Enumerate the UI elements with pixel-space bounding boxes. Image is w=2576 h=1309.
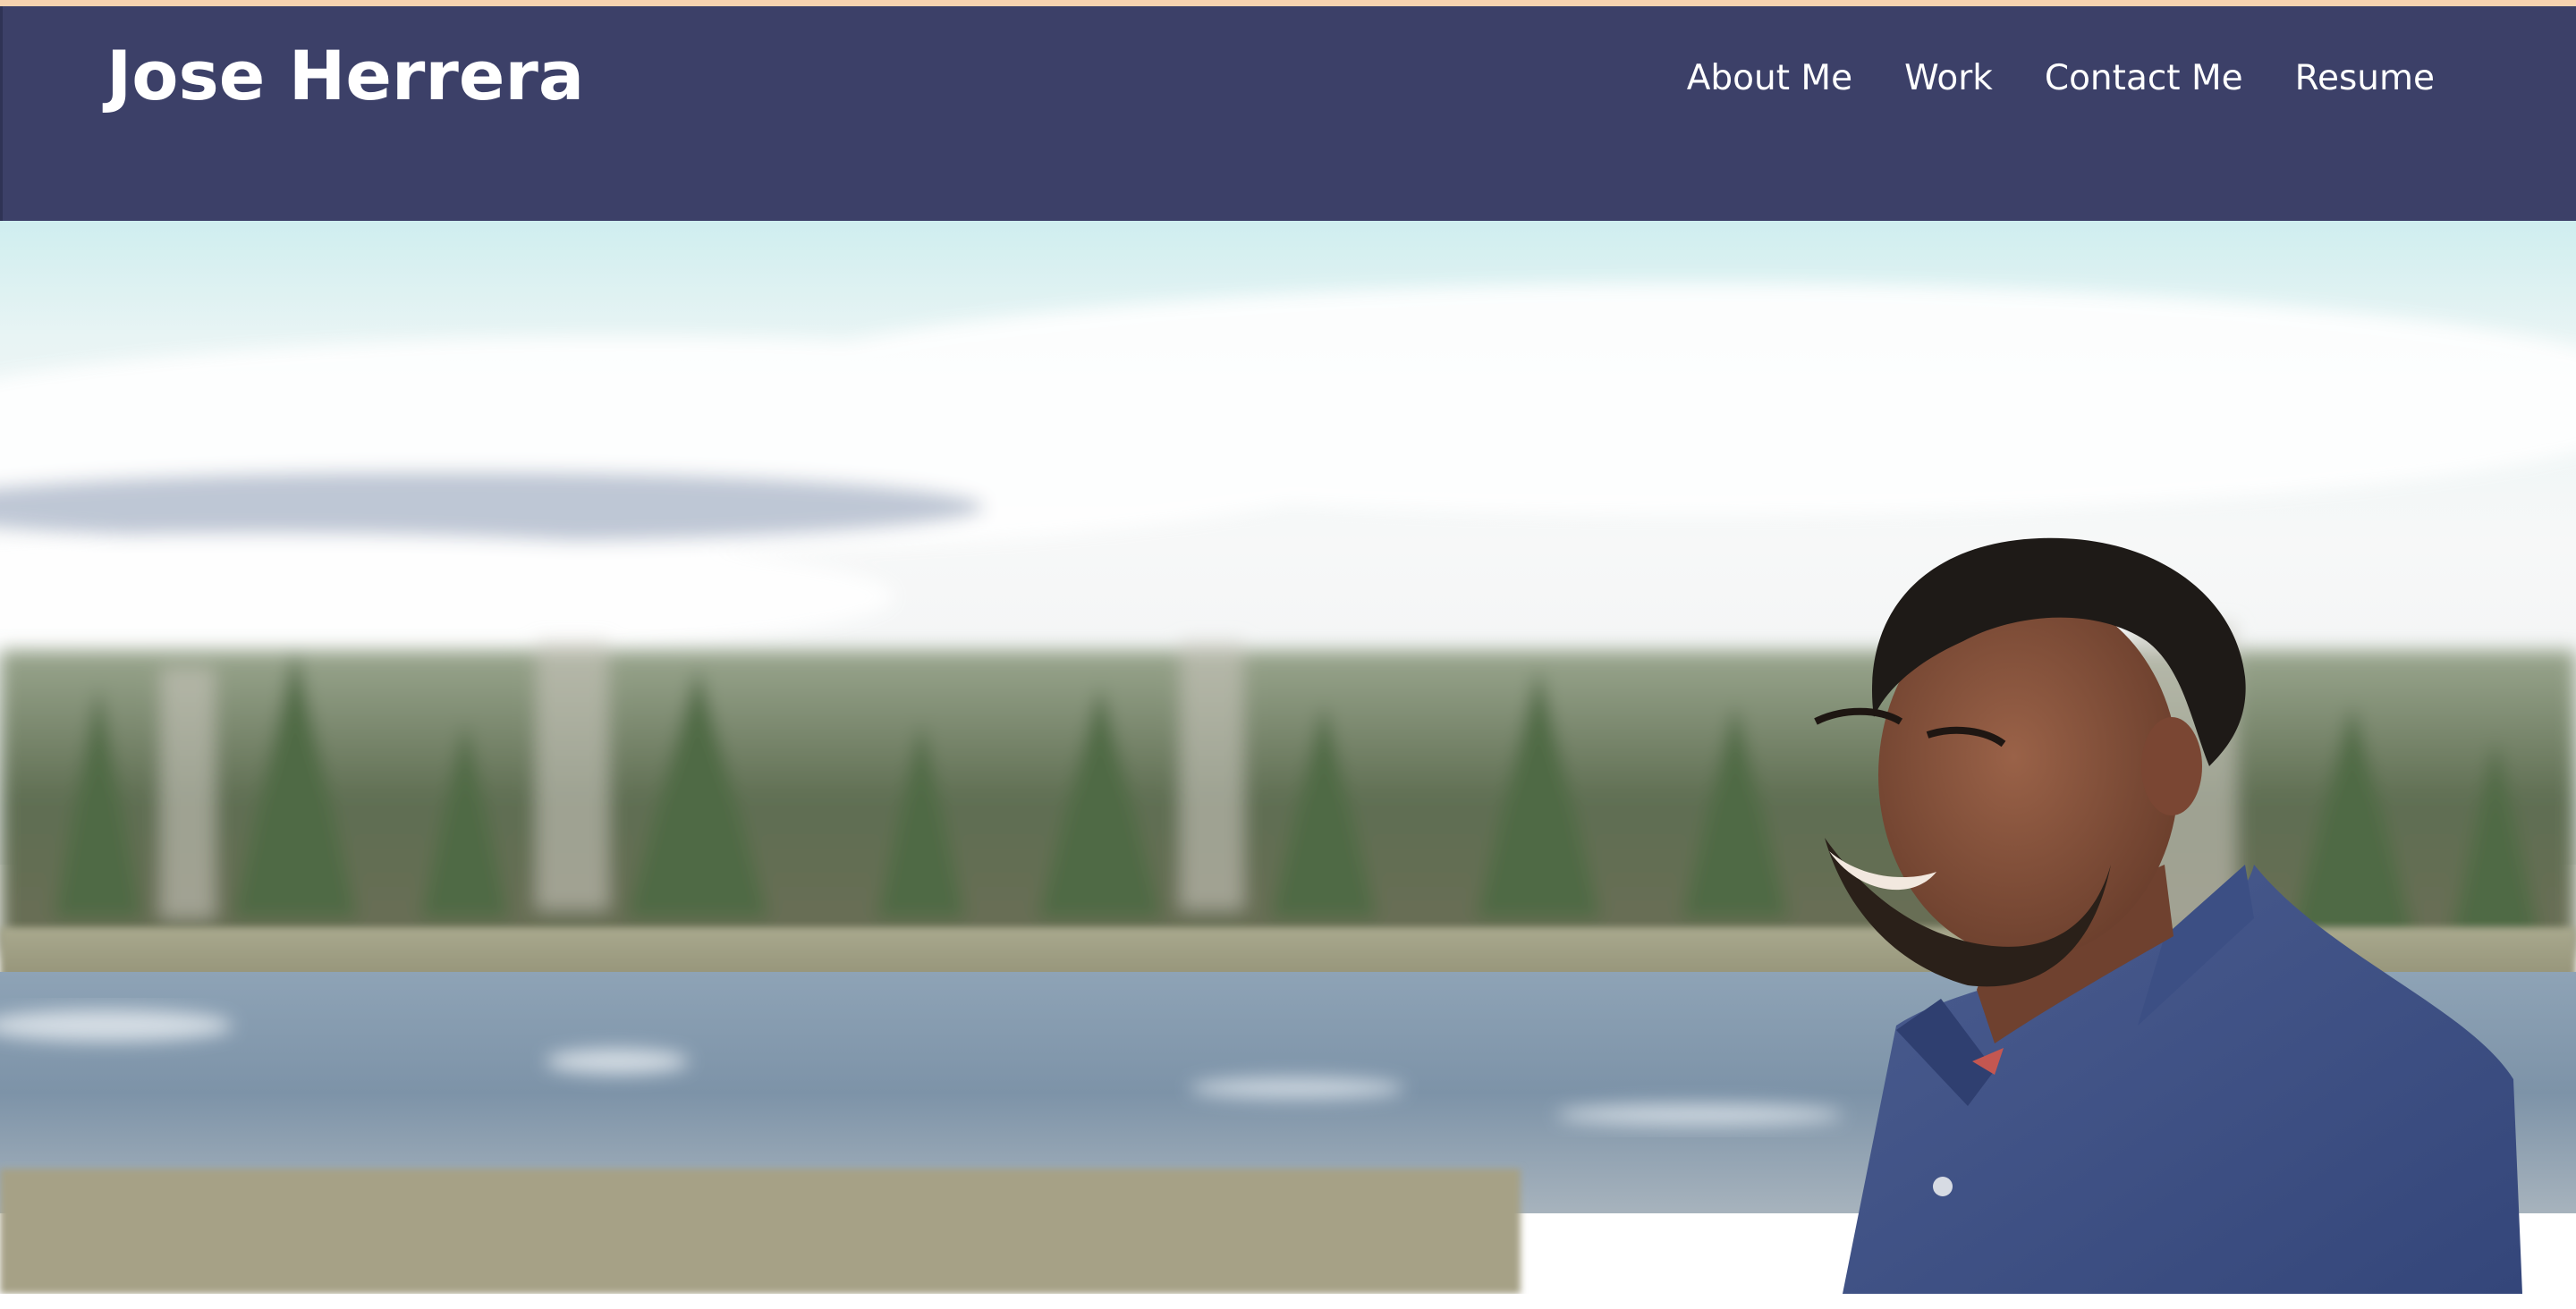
nav-item: About Me — [1687, 58, 1852, 100]
nav-link-resume[interactable]: Resume — [2295, 58, 2435, 98]
nav-item: Work — [1904, 58, 1993, 100]
nav-link-about-me[interactable]: About Me — [1687, 58, 1852, 98]
nav-item: Resume — [2295, 58, 2435, 100]
nav-item: Contact Me — [2045, 58, 2243, 100]
top-accent-bar — [0, 0, 2576, 6]
site-header: Jose Herrera About Me Work Contact Me Re… — [0, 6, 2576, 221]
hero-photo — [0, 221, 2576, 1294]
nav-link-work[interactable]: Work — [1904, 58, 1993, 98]
page-bottom — [0, 1294, 2576, 1309]
nav-link-contact-me[interactable]: Contact Me — [2045, 58, 2243, 98]
main-nav: About Me Work Contact Me Resume — [1687, 58, 2435, 100]
hero-photo-illustration — [0, 221, 2576, 1294]
site-title[interactable]: Jose Herrera — [106, 35, 584, 116]
